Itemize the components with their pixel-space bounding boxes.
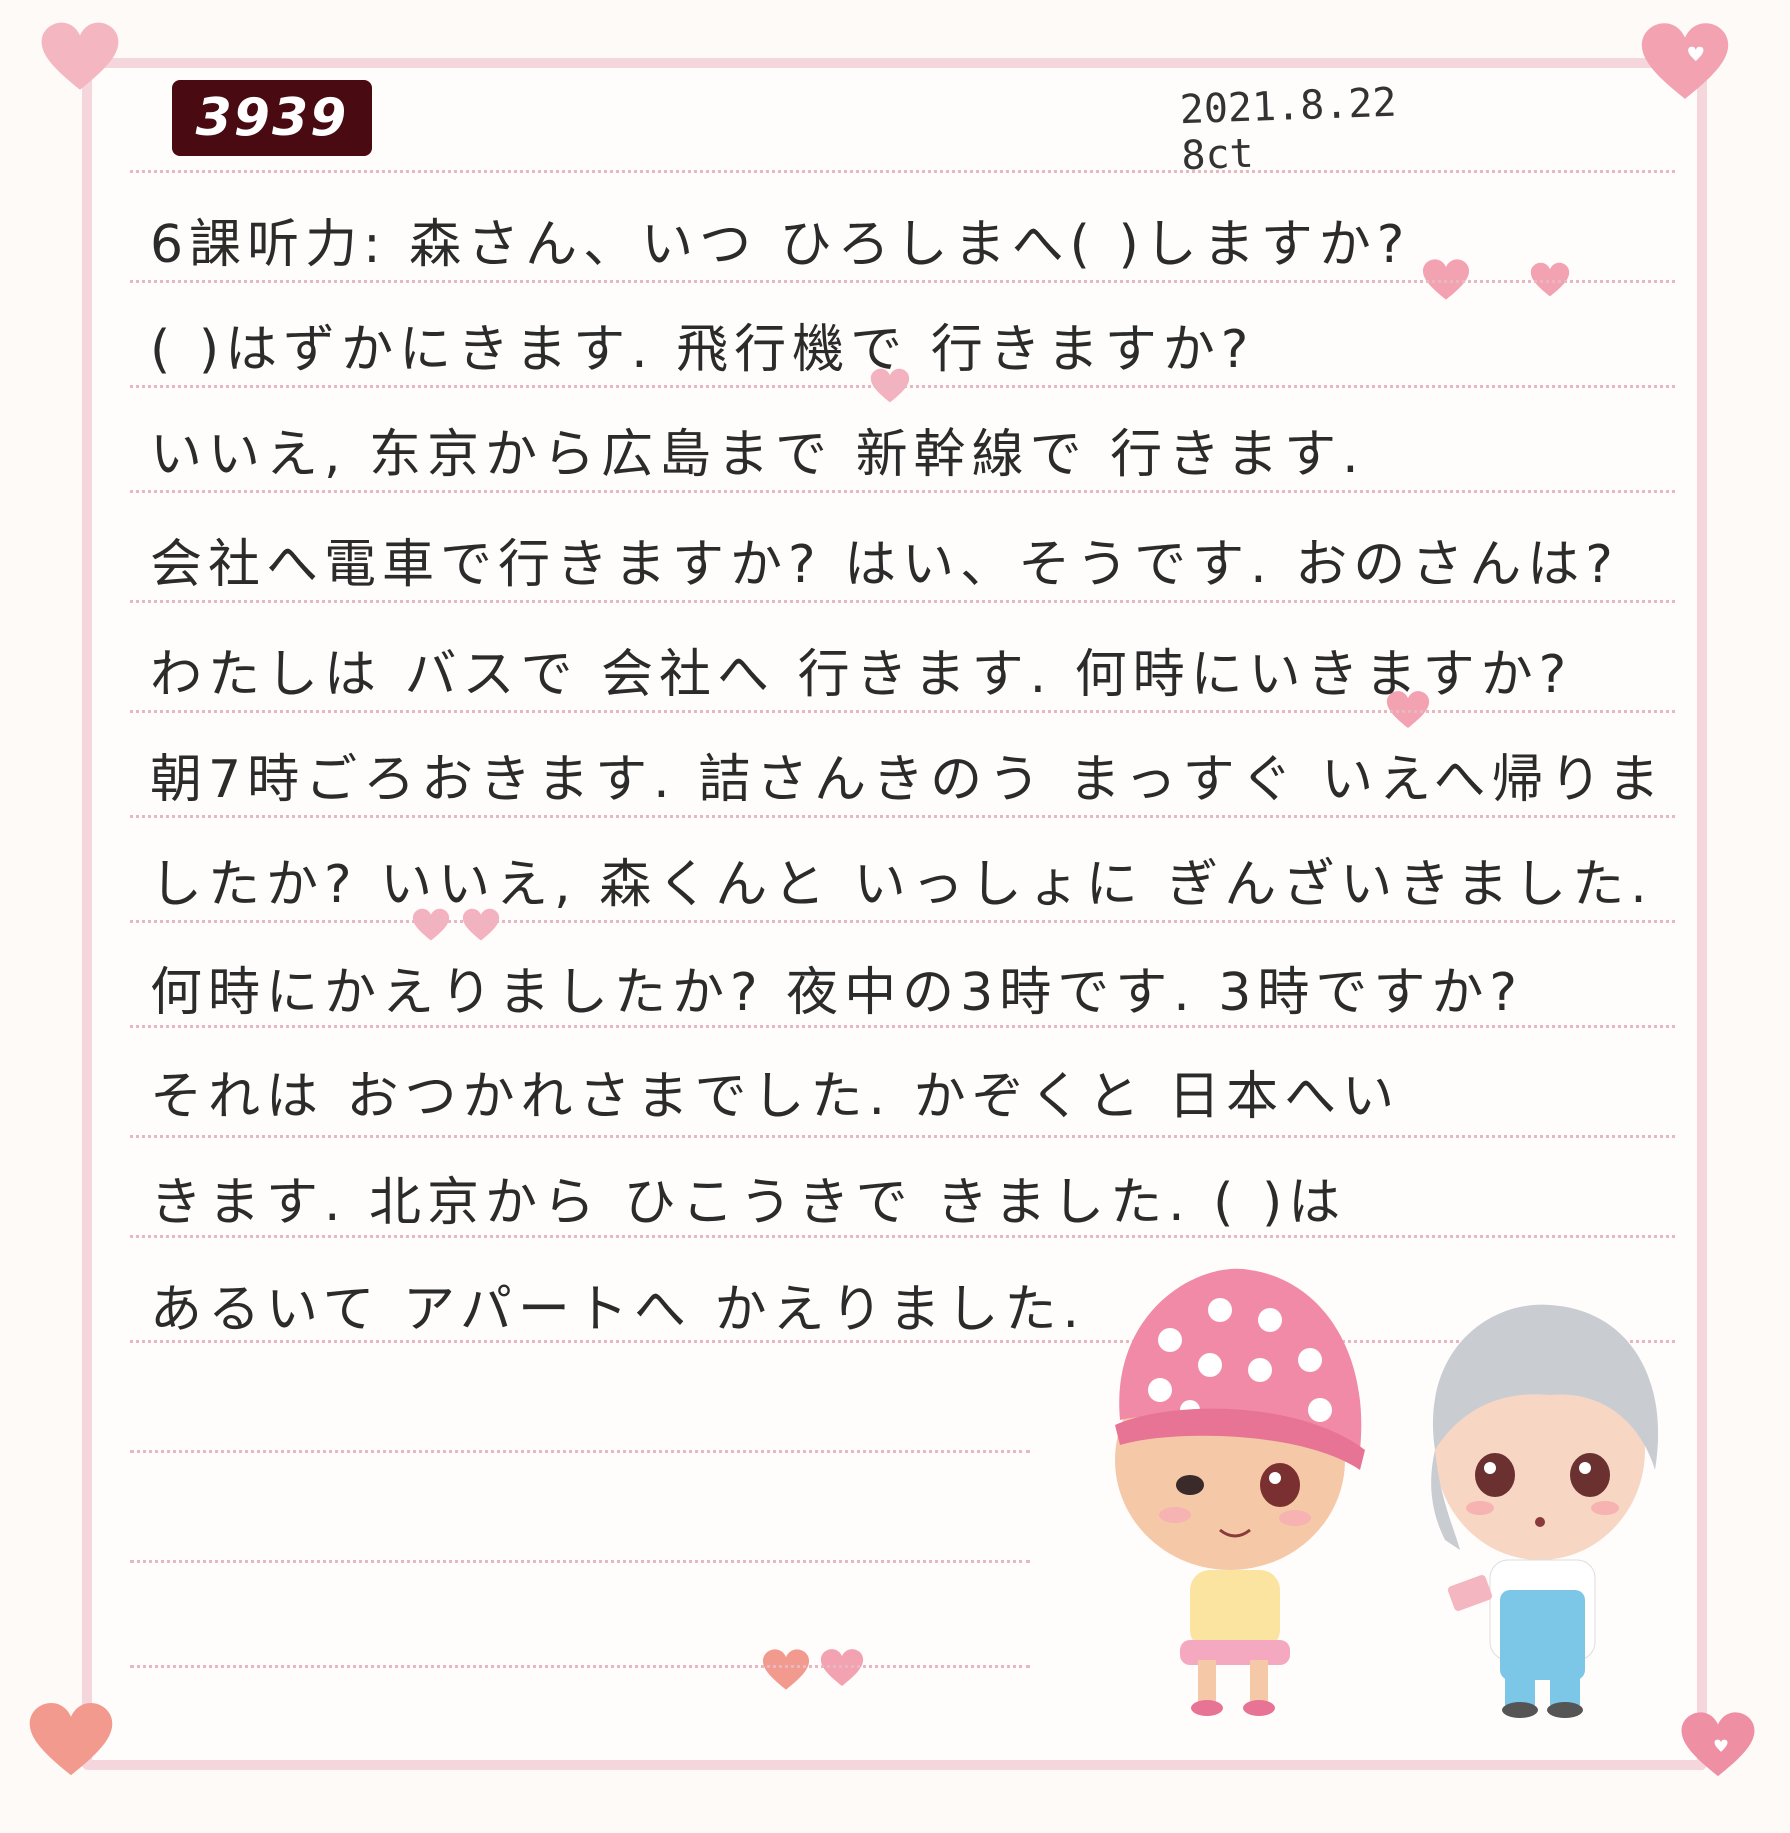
heart-icon xyxy=(1680,1710,1756,1780)
note-line: 6課听力: 森さん、いつ ひろしまへ( )しますか? xyxy=(150,215,1411,275)
note-line: きます. 北京から ひこうきで きました. ( )は xyxy=(150,1173,1347,1233)
heart-icon xyxy=(28,1700,114,1780)
entry-date: 2021.8.22 8ct xyxy=(1179,79,1398,180)
ruled-line xyxy=(130,1560,1030,1563)
chibi-boy-illustration xyxy=(1400,1300,1680,1720)
entry-number-badge: 3939 xyxy=(172,80,372,156)
ruled-line xyxy=(130,920,1675,923)
ruled-line xyxy=(130,280,1675,283)
note-line: ( )はずかにきます. 飛行機で 行きますか? xyxy=(150,320,1255,380)
ruled-line xyxy=(130,170,1675,173)
note-line: したか? いいえ, 森くんと いっしょに ぎんざいきました. xyxy=(150,855,1653,915)
heart-icon xyxy=(1640,20,1730,104)
note-line: わたしは バスで 会社へ 行きます. 何時にいきますか? xyxy=(150,645,1573,705)
ruled-line xyxy=(130,1450,1030,1453)
ruled-line xyxy=(130,600,1675,603)
ruled-line xyxy=(130,490,1675,493)
chibi-girl-illustration xyxy=(1080,1250,1380,1720)
heart-icon xyxy=(820,1648,864,1688)
note-line: 朝7時ごろおきます. 詰さんきのう まっすぐ いえへ帰りま xyxy=(150,750,1666,810)
note-line: いいえ, 东京から広島まで 新幹線で 行きます. xyxy=(150,425,1365,485)
note-line: 何時にかえりましたか? 夜中の3時です. 3時ですか? xyxy=(150,963,1523,1023)
ruled-line xyxy=(130,815,1675,818)
notebook-page: 3939 2021.8.22 8ct 6課听力: 森さん、いつ ひろしまへ( )… xyxy=(0,0,1790,1833)
note-line: それは おつかれさまでした. かぞくと 日本へい xyxy=(150,1067,1401,1127)
heart-icon xyxy=(762,1648,810,1692)
note-line: 会社へ電車で行きますか? はい、そうです. おのさんは? xyxy=(150,535,1619,595)
ruled-line xyxy=(130,385,1675,388)
ruled-line xyxy=(130,1665,1030,1668)
ruled-line xyxy=(130,710,1675,713)
heart-icon xyxy=(40,20,120,94)
ruled-line xyxy=(130,1135,1675,1138)
